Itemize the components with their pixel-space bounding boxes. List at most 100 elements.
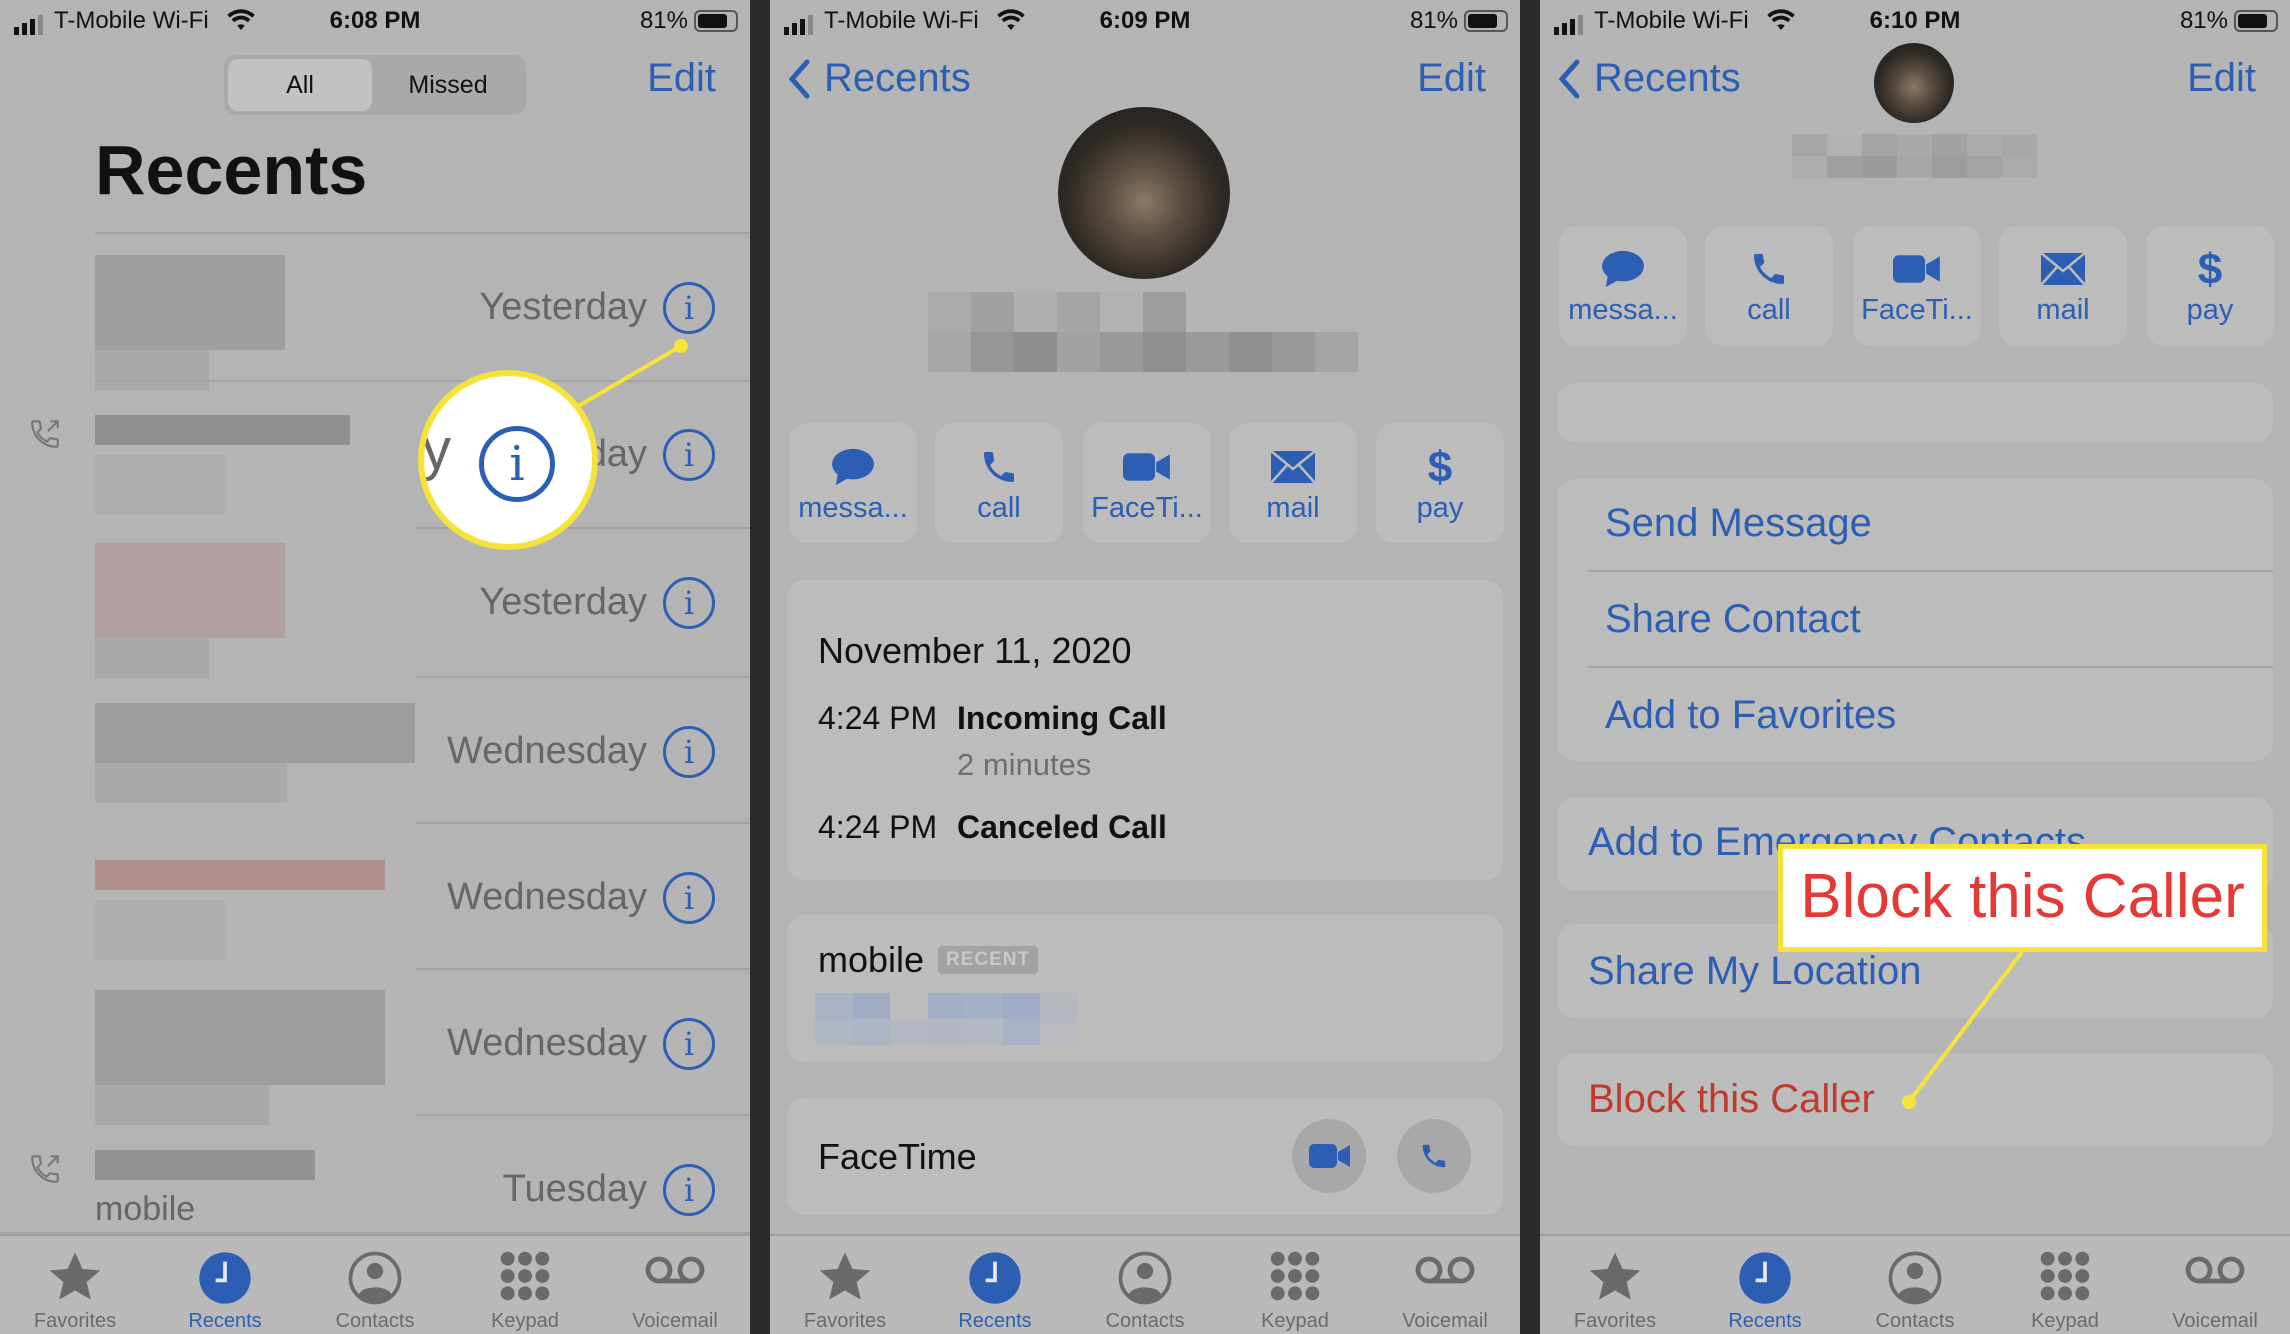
tab-label: Favorites (33, 1310, 117, 1332)
tab-bar: Favorites Recents Contacts Keypad Voicemail (770, 1234, 1520, 1334)
pay-action-button[interactable]: $ pay (1376, 423, 1504, 543)
tab-label: Voicemail (1402, 1310, 1488, 1332)
facetime-card: FaceTime (787, 1098, 1503, 1215)
callout-line (573, 339, 688, 410)
phone-icon (935, 444, 1063, 490)
tab-favorites[interactable]: Favorites (1540, 1236, 1690, 1334)
clock-time: 6:10 PM (1869, 7, 1961, 34)
call-type: Canceled Call (957, 809, 1167, 845)
battery-icon (694, 10, 738, 32)
messa-action-button[interactable]: messa... (789, 423, 917, 543)
recent-badge: RECENT (938, 946, 1039, 974)
tab-label: Keypad (1261, 1310, 1329, 1332)
tab-label: Favorites (803, 1310, 887, 1332)
tab-label: Favorites (1573, 1310, 1657, 1332)
tab-label: Voicemail (632, 1310, 718, 1332)
clock-time: 6:08 PM (329, 7, 421, 34)
tab-favorites[interactable]: Favorites (0, 1236, 150, 1334)
callout-line (1902, 950, 2024, 1109)
tab-recents[interactable]: Recents (920, 1236, 1070, 1334)
tab-label: Recents (958, 1310, 1032, 1332)
video-camera-icon (1083, 444, 1211, 490)
facetime-label: FaceTime (818, 1136, 977, 1177)
keypad-icon (450, 1236, 600, 1306)
tab-favorites[interactable]: Favorites (770, 1236, 920, 1334)
call-details-screen: Recents Edit messa... call FaceTi... mail $ p… (770, 0, 1520, 1334)
battery-percent: 81% (2179, 7, 2228, 34)
mail-action-button[interactable]: mail (1229, 423, 1357, 543)
panel-divider (750, 0, 770, 1334)
redacted-contact-name (928, 292, 1358, 372)
back-label: Recents (824, 56, 971, 100)
clock-icon (920, 1236, 1070, 1306)
person-circle-icon (1840, 1236, 1990, 1306)
block-caller-callout: Block this Caller (1778, 844, 2267, 952)
status-bar: T-Mobile Wi-Fi 6:09 PM 81% (770, 0, 1520, 42)
person-circle-icon (1070, 1236, 1220, 1306)
contact-avatar (1058, 107, 1230, 279)
panel-divider (1520, 0, 1540, 1334)
tab-voicemail[interactable]: Voicemail (1370, 1236, 1520, 1334)
voicemail-icon (600, 1236, 750, 1306)
status-bar: T-Mobile Wi-Fi 6:10 PM 81% (1540, 0, 2290, 42)
status-bar: T-Mobile Wi-Fi 6:08 PM 81% (0, 0, 750, 42)
svg-text:$: $ (1428, 444, 1452, 490)
faceti-action-button[interactable]: FaceTi... (1083, 423, 1211, 543)
tab-label: Keypad (491, 1310, 559, 1332)
magnified-info-icon: i (479, 426, 555, 502)
call-time: 4:24 PM (818, 700, 938, 736)
call-time: 4:24 PM (818, 809, 938, 845)
tab-label: Recents (188, 1310, 262, 1332)
call-duration: 2 minutes (957, 747, 1092, 782)
call-history-card: November 11, 2020 4:24 PM Incoming Call … (787, 580, 1503, 880)
tab-label: Contacts (1105, 1310, 1185, 1332)
tab-label: Voicemail (2172, 1310, 2258, 1332)
tab-contacts[interactable]: Contacts (1070, 1236, 1220, 1334)
phone-number-card[interactable]: mobile RECENT (787, 915, 1503, 1062)
star-icon (0, 1236, 150, 1306)
action-label: messa... (798, 492, 908, 524)
keypad-icon (1990, 1236, 2140, 1306)
tab-voicemail[interactable]: Voicemail (600, 1236, 750, 1334)
tab-bar: Favorites Recents Contacts Keypad Voicemail (1540, 1234, 2290, 1334)
battery-percent: 81% (639, 7, 688, 34)
envelope-icon (1229, 444, 1357, 490)
tab-recents[interactable]: Recents (150, 1236, 300, 1334)
magnified-date-text: y (422, 417, 451, 482)
call-action-button[interactable]: call (935, 423, 1063, 543)
tab-keypad[interactable]: Keypad (1220, 1236, 1370, 1334)
tab-voicemail[interactable]: Voicemail (2140, 1236, 2290, 1334)
call-date: November 11, 2020 (818, 630, 1132, 671)
action-label: mail (1266, 492, 1320, 524)
facetime-audio-button[interactable] (1397, 1119, 1471, 1193)
tab-keypad[interactable]: Keypad (450, 1236, 600, 1334)
tab-recents[interactable]: Recents (1690, 1236, 1840, 1334)
chevron-left-icon (788, 59, 810, 98)
back-button[interactable]: Recents (788, 56, 971, 101)
edit-button[interactable]: Edit (1417, 56, 1486, 101)
call-type: Incoming Call (957, 700, 1167, 736)
voicemail-icon (2140, 1236, 2290, 1306)
tab-label: Contacts (335, 1310, 415, 1332)
clock-icon (1690, 1236, 1840, 1306)
tab-keypad[interactable]: Keypad (1990, 1236, 2140, 1334)
battery-icon (1464, 10, 1508, 32)
video-camera-icon (1309, 1144, 1350, 1168)
action-label: FaceTi... (1091, 492, 1203, 524)
tab-contacts[interactable]: Contacts (1840, 1236, 1990, 1334)
tab-bar: Favorites Recents Contacts Keypad Voicemail (0, 1234, 750, 1334)
battery-icon (2234, 10, 2278, 32)
phone-label: mobile (818, 939, 925, 980)
clock-time: 6:09 PM (1099, 7, 1191, 34)
tab-contacts[interactable]: Contacts (300, 1236, 450, 1334)
action-label: pay (1416, 492, 1464, 524)
contact-options-screen: Recents Edit messa... call FaceTi... mail $ p… (1540, 0, 2290, 1334)
magnifier-callout: y i (418, 370, 598, 550)
battery-percent: 81% (1409, 7, 1458, 34)
keypad-icon (1220, 1236, 1370, 1306)
message-bubble-icon (789, 444, 917, 490)
dollar-icon: $ (1376, 444, 1504, 490)
facetime-video-button[interactable] (1292, 1119, 1366, 1193)
recents-screen: All Missed Edit Recents YesterdayiYester… (0, 0, 750, 1334)
tab-label: Contacts (1875, 1310, 1955, 1332)
